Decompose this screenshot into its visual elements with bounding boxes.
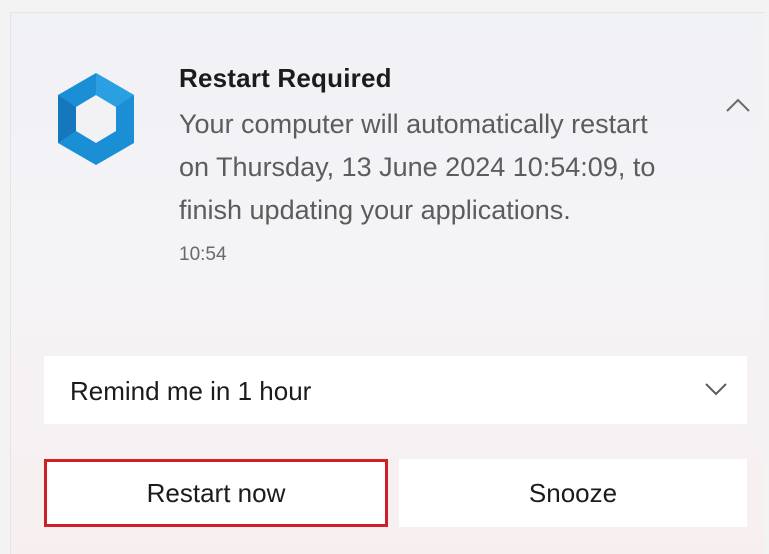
notification-message: Your computer will automatically restart… <box>179 109 656 225</box>
remind-me-selected-value: Remind me in 1 hour <box>70 376 312 406</box>
chevron-up-icon <box>726 98 750 112</box>
app-logo-icon <box>58 73 134 165</box>
restart-now-button[interactable]: Restart now <box>44 459 388 527</box>
chevron-down-icon <box>705 383 727 396</box>
notification-time: 10:54 <box>179 244 227 265</box>
snooze-button[interactable]: Snooze <box>399 459 747 527</box>
collapse-button[interactable] <box>723 93 753 117</box>
notification-content: Restart Required Your computer will auto… <box>179 63 699 266</box>
notification-title: Restart Required <box>179 63 392 93</box>
restart-notification: Restart Required Your computer will auto… <box>10 12 764 554</box>
remind-me-dropdown[interactable]: Remind me in 1 hour <box>44 356 747 424</box>
